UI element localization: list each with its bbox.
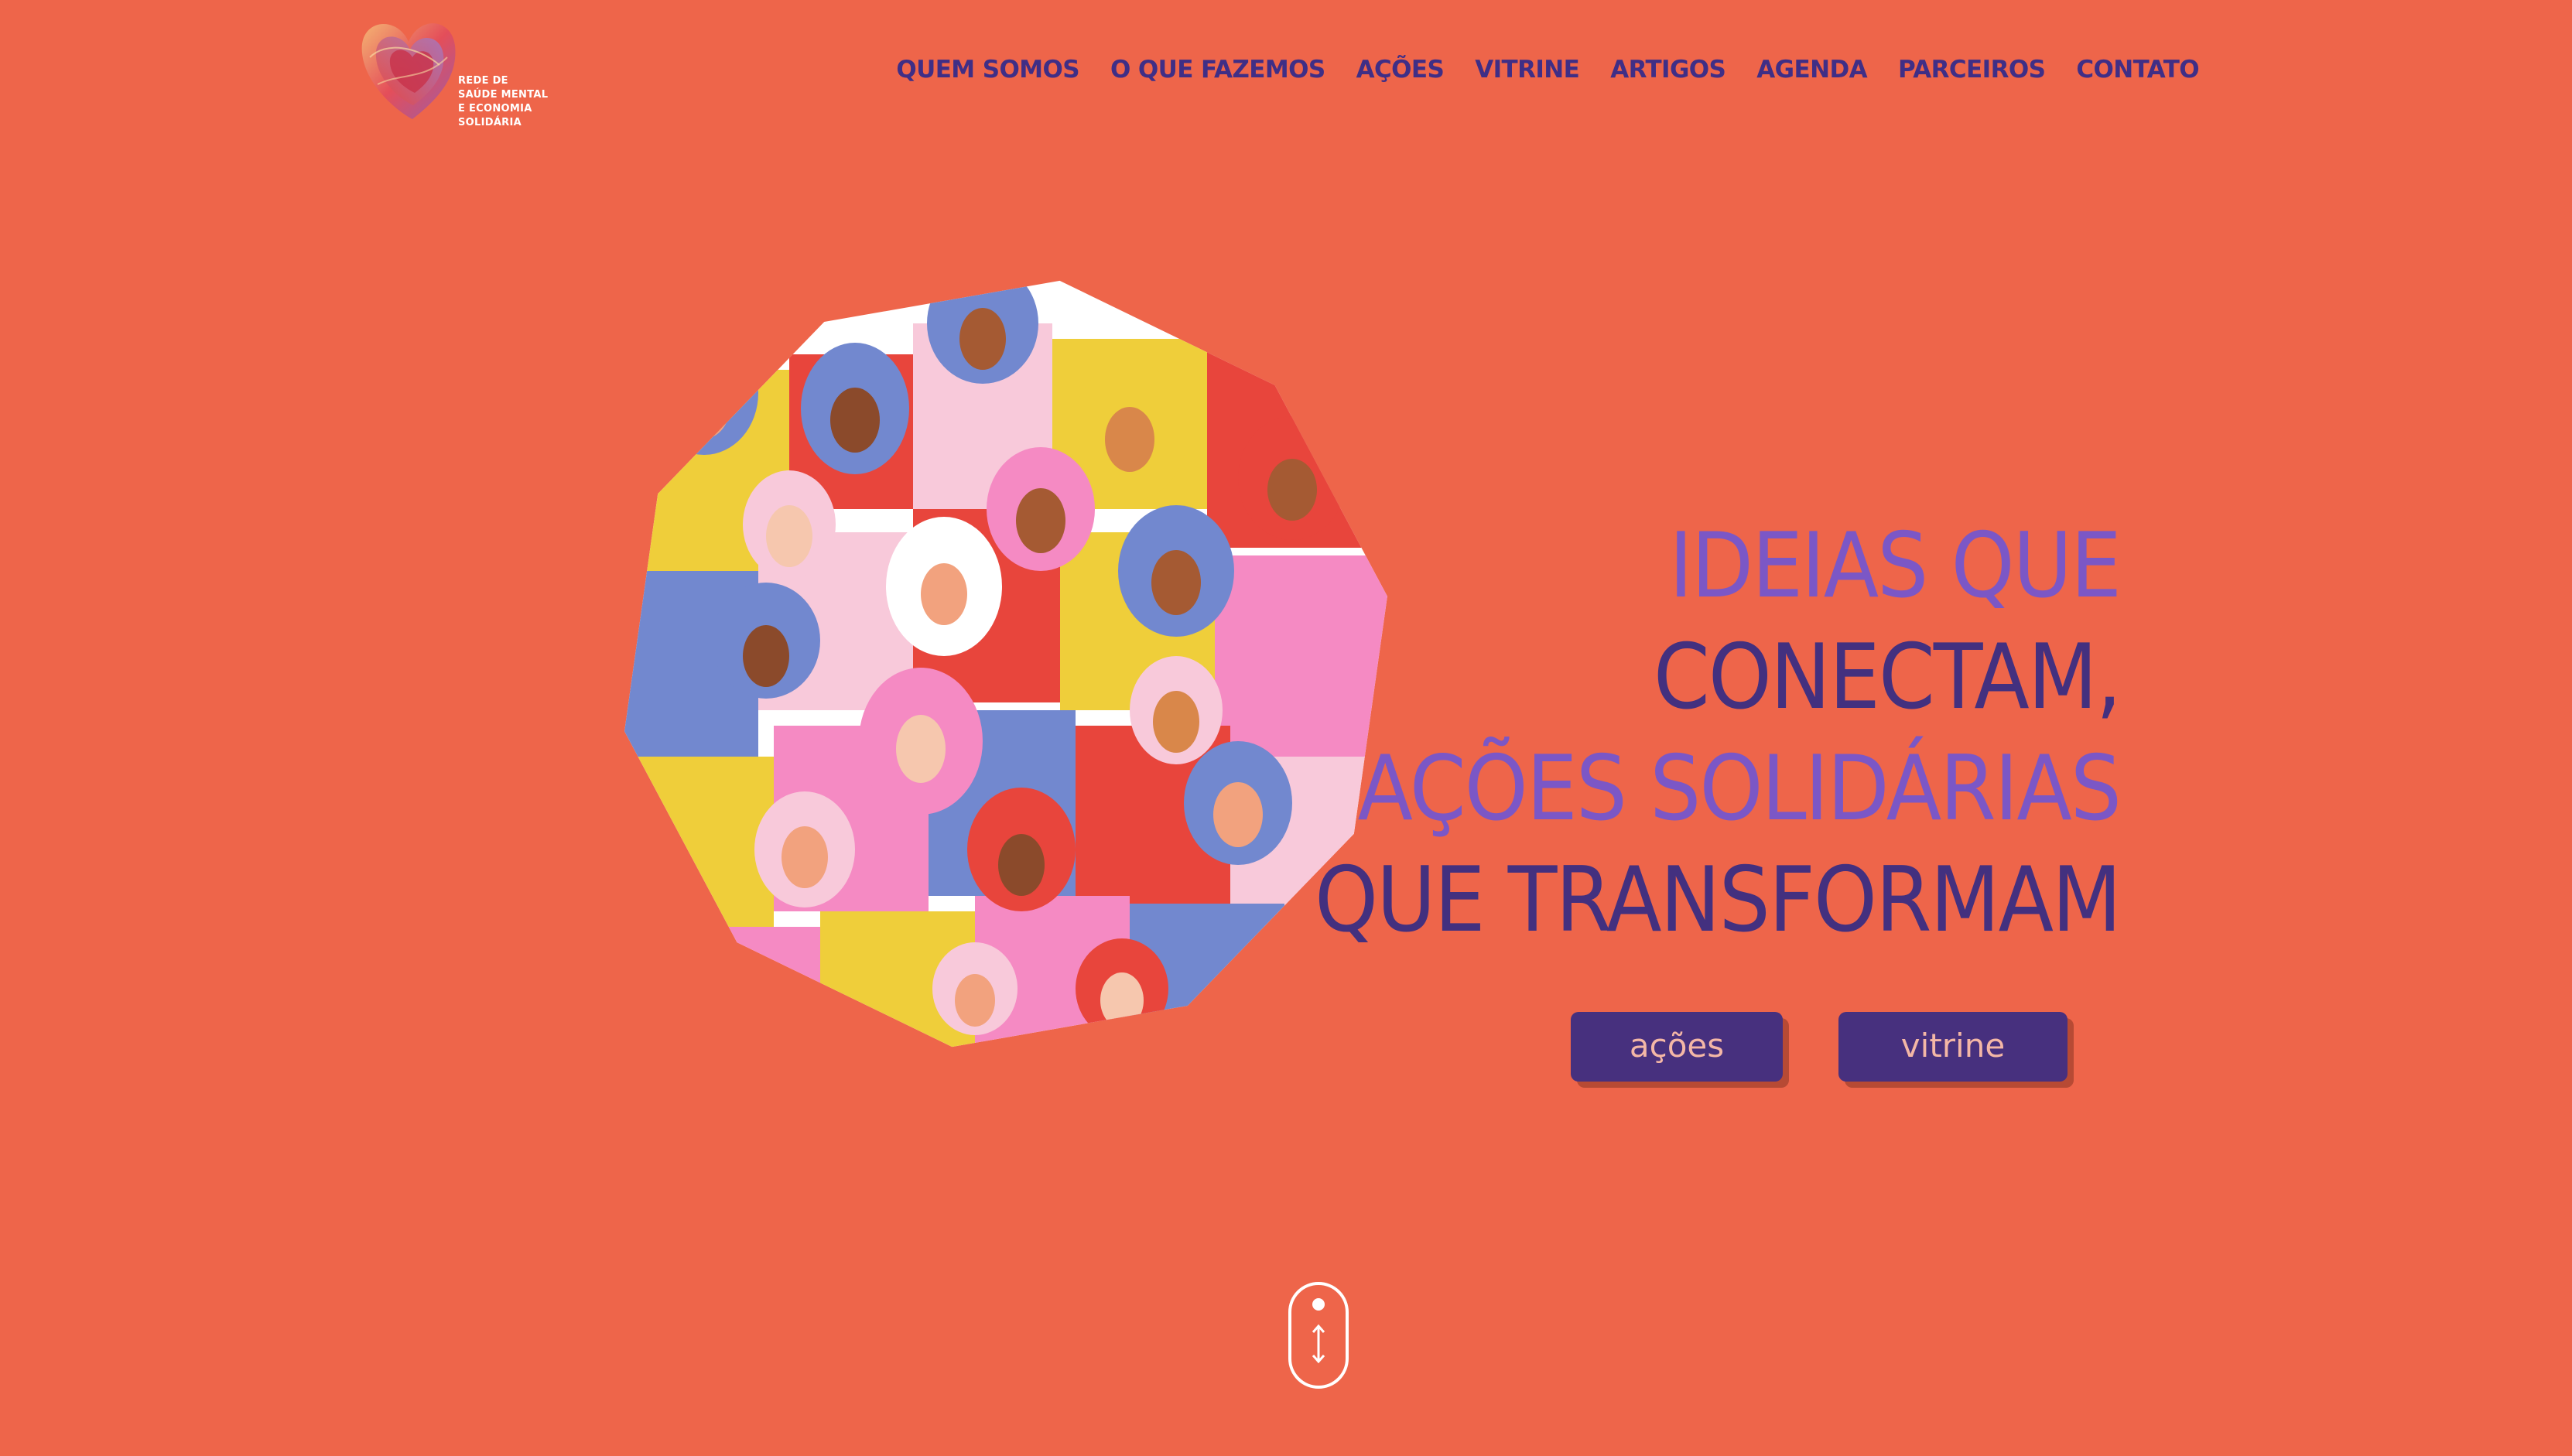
nav-contato[interactable]: CONTATO	[2076, 56, 2199, 84]
headline-line: CONECTAM,	[1653, 625, 2122, 730]
scroll-mouse-icon[interactable]	[1288, 1281, 1349, 1389]
main-nav: QUEM SOMOS O QUE FAZEMOS AÇÕES VITRINE A…	[865, 56, 2199, 84]
vitrine-button[interactable]: vitrine	[1838, 1012, 2068, 1082]
women-crowd-icon	[619, 263, 1393, 1051]
acoes-button[interactable]: ações	[1571, 1012, 1783, 1082]
nav-acoes[interactable]: AÇÕES	[1356, 56, 1445, 84]
nav-parceiros[interactable]: PARCEIROS	[1898, 56, 2046, 84]
logo-line: SAÚDE MENTAL	[458, 89, 549, 101]
heart-logo-icon	[361, 23, 456, 119]
nav-quem-somos[interactable]: QUEM SOMOS	[896, 56, 1079, 84]
logo-line: E ECONOMIA	[458, 103, 532, 114]
logo-line: REDE DE	[458, 75, 508, 87]
nav-o-que-fazemos[interactable]: O QUE FAZEMOS	[1110, 56, 1325, 84]
headline-line: AÇÕES SOLIDÁRIAS	[1357, 737, 2122, 841]
logo-line: SOLIDÁRIA	[458, 117, 522, 128]
nav-artigos[interactable]: ARTIGOS	[1610, 56, 1726, 84]
page: REDE DE SAÚDE MENTAL E ECONOMIA SOLIDÁRI…	[0, 0, 2572, 1456]
nav-vitrine[interactable]: VITRINE	[1475, 56, 1580, 84]
hero-headline: IDEIAS QUE CONECTAM, AÇÕES SOLIDÁRIAS QU…	[1315, 511, 2122, 956]
nav-agenda[interactable]: AGENDA	[1756, 56, 1867, 84]
headline-line: IDEIAS QUE	[1668, 514, 2122, 618]
site-logo[interactable]: REDE DE SAÚDE MENTAL E ECONOMIA SOLIDÁRI…	[354, 11, 556, 135]
women-crowd-illustration	[619, 263, 1393, 1051]
headline-line: QUE TRANSFORMAM	[1315, 848, 2122, 952]
logo-text: REDE DE SAÚDE MENTAL E ECONOMIA SOLIDÁRI…	[458, 74, 559, 130]
